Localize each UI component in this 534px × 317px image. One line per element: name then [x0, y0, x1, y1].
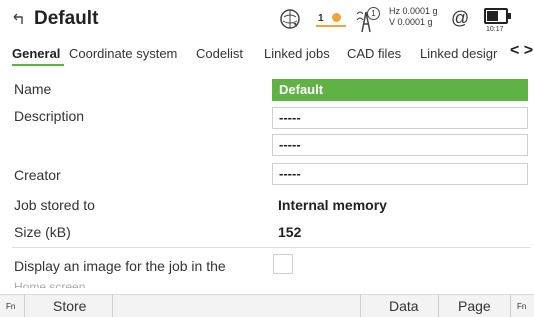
header-bar: Default 1 1 Hz 0.0001 g V 0.0001 g @ 10:… — [0, 0, 534, 40]
separator — [360, 295, 361, 317]
satellite-status-icon — [332, 13, 341, 22]
gnss-position-icon[interactable] — [278, 7, 302, 31]
accuracy-v: V 0.0001 g — [389, 17, 433, 27]
fn-right-button[interactable]: Fn — [517, 302, 526, 311]
fn-left-button[interactable]: Fn — [6, 302, 15, 311]
size-label: Size (kB) — [14, 224, 71, 240]
accuracy-hz: Hz 0.0001 g — [389, 6, 438, 16]
size-value: 152 — [278, 224, 302, 240]
tab-cad-files[interactable]: CAD files — [347, 46, 401, 61]
stored-label: Job stored to — [14, 197, 95, 213]
display-image-checkbox[interactable] — [273, 254, 293, 274]
separator — [112, 295, 113, 317]
image-option-label: Display an image for the job in the — [14, 258, 226, 274]
tab-coordinate-system[interactable]: Coordinate system — [69, 46, 177, 61]
back-arrow-icon[interactable] — [12, 12, 26, 26]
description-field-1[interactable]: ----- — [272, 107, 528, 129]
angle-accuracy-readout[interactable]: Hz 0.0001 g V 0.0001 g — [389, 6, 438, 28]
battery-fill — [487, 11, 498, 21]
name-label: Name — [14, 81, 52, 97]
tilt-badge: 1 — [367, 7, 380, 20]
page-title: Default — [34, 8, 99, 29]
separator — [24, 295, 25, 317]
tab-linked-design[interactable]: Linked desigr — [420, 46, 497, 61]
clock-time: 10:17 — [486, 26, 504, 33]
tab-linked-jobs[interactable]: Linked jobs — [264, 46, 330, 61]
name-field[interactable]: Default — [272, 79, 528, 101]
creator-label: Creator — [14, 167, 61, 183]
connection-icon[interactable]: @ — [451, 8, 469, 29]
softkey-bar: Fn Store Data Page Fn — [0, 294, 534, 317]
active-tab-indicator — [12, 64, 64, 66]
satellite-status-underline — [316, 25, 346, 27]
description-field-2[interactable]: ----- — [272, 134, 528, 156]
tab-scroll-arrows[interactable]: < > — [508, 42, 534, 60]
creator-field[interactable]: ----- — [272, 163, 528, 185]
separator — [438, 295, 439, 317]
data-button[interactable]: Data — [389, 298, 419, 314]
stored-value: Internal memory — [278, 197, 387, 213]
tab-bar: General Coordinate system Codelist Linke… — [0, 40, 534, 70]
divider — [12, 247, 530, 248]
tab-general[interactable]: General — [12, 46, 60, 61]
tab-codelist[interactable]: Codelist — [196, 46, 243, 61]
image-option-label-continued: Home screen — [14, 280, 86, 288]
page-button[interactable]: Page — [458, 298, 491, 314]
description-label: Description — [14, 108, 85, 124]
store-button[interactable]: Store — [53, 298, 86, 314]
separator — [510, 295, 511, 317]
battery-icon[interactable] — [484, 8, 511, 24]
satellite-count[interactable]: 1 — [318, 13, 324, 24]
